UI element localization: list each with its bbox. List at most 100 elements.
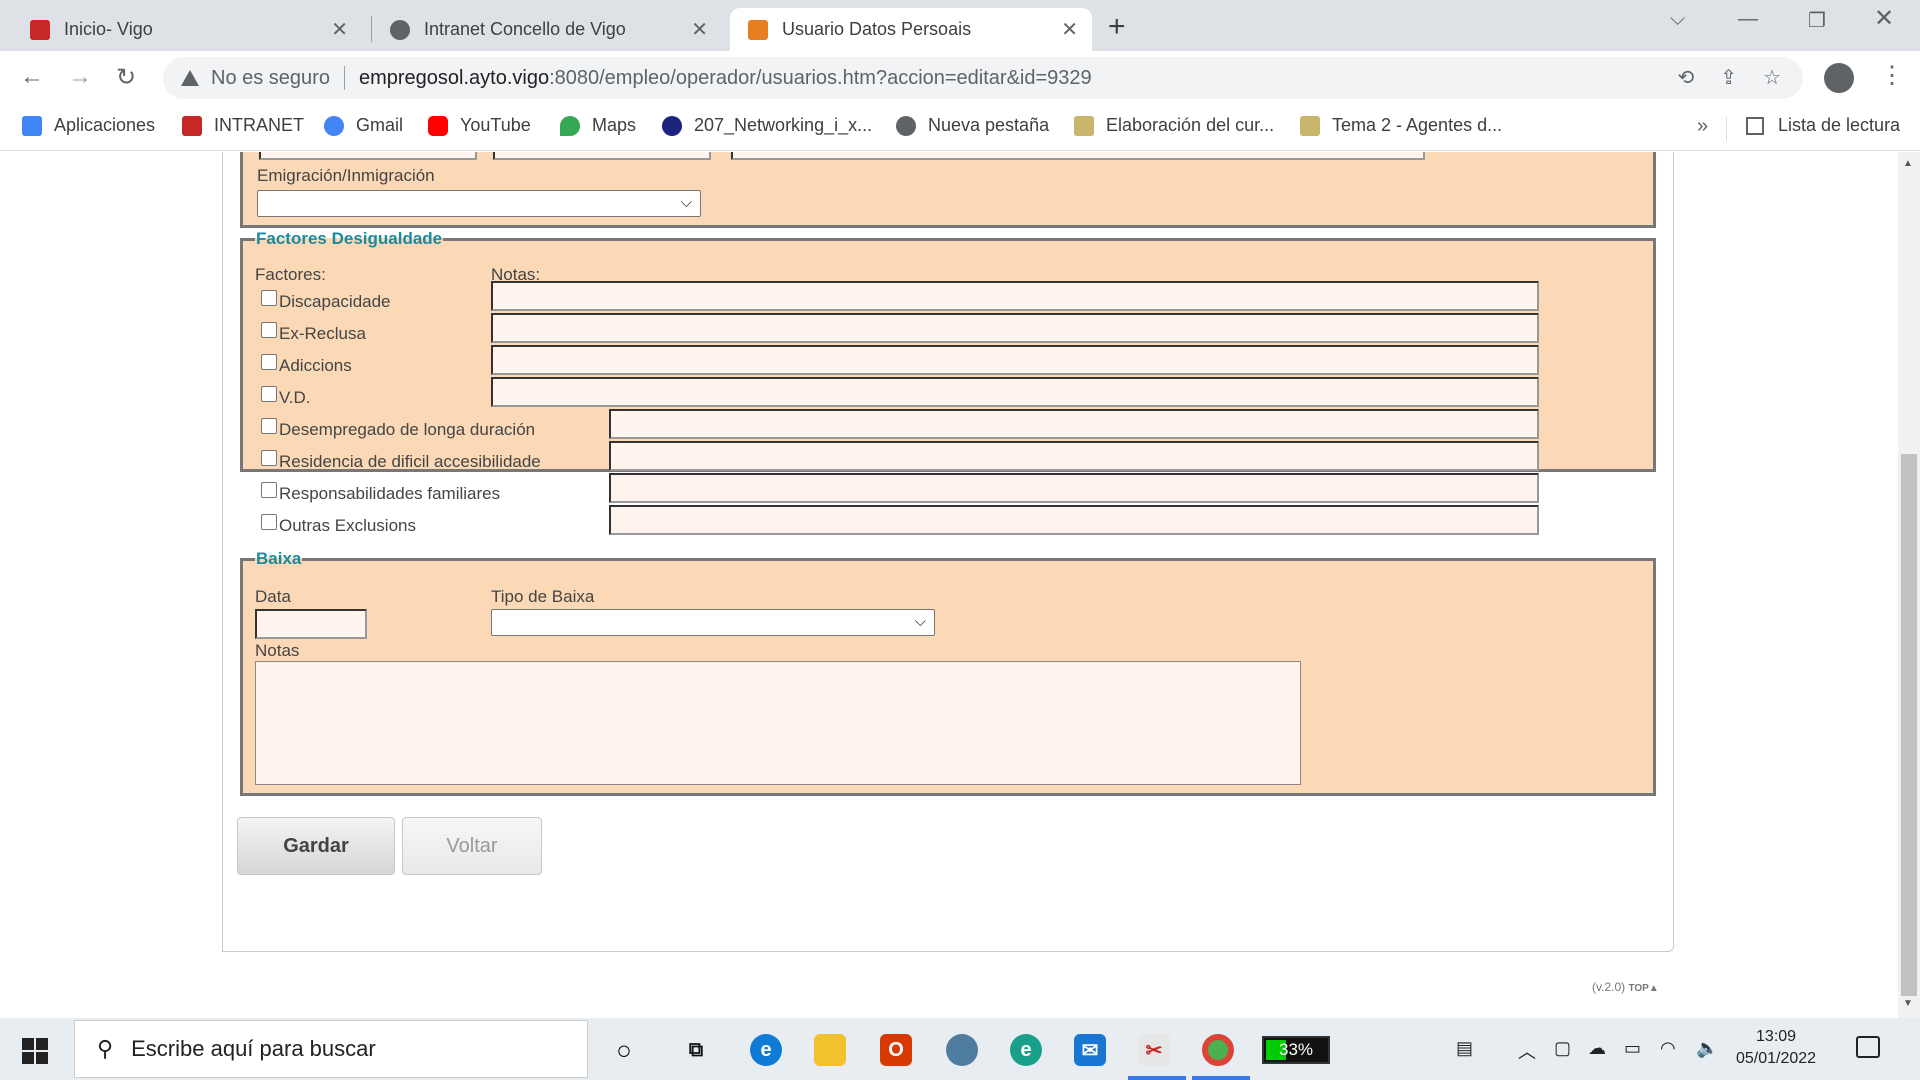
bookmark-maps[interactable]: Maps xyxy=(560,115,636,136)
inequality-factors-legend: Factores Desigualdade xyxy=(256,229,443,248)
reading-list-button[interactable]: Lista de lectura xyxy=(1746,115,1900,136)
bookmark-youtube[interactable]: YouTube xyxy=(428,115,531,136)
baixa-type-select[interactable]: ⌵ xyxy=(491,609,935,636)
profile-avatar-icon[interactable] xyxy=(1824,63,1854,93)
new-tab-icon[interactable]: + xyxy=(1108,10,1126,44)
reload-icon[interactable]: ↻ xyxy=(116,63,136,92)
restore-icon[interactable]: ❐ xyxy=(1808,8,1826,33)
address-bar[interactable]: No es seguro empregosol.ayto.vigo:8080/e… xyxy=(163,57,1803,99)
volume-icon[interactable]: 🔈 xyxy=(1696,1038,1718,1059)
taskbar-search[interactable]: ⚲ Escribe aquí para buscar xyxy=(74,1020,588,1078)
baixa-notes-textarea[interactable] xyxy=(255,661,1301,785)
scroll-up-icon[interactable]: ▲ xyxy=(1903,158,1913,169)
checkbox-vd[interactable] xyxy=(261,386,277,402)
security-label[interactable]: No es seguro xyxy=(211,67,330,90)
factor-label: Adiccions xyxy=(279,356,352,375)
vpn-globe-icon[interactable] xyxy=(946,1034,978,1066)
tab-search-chevron-icon[interactable]: ⌵ xyxy=(1670,8,1685,31)
news-widget-icon[interactable]: ▤ xyxy=(1456,1038,1473,1059)
note-input-discapacidade[interactable] xyxy=(491,281,1539,311)
note-input-adiccions[interactable] xyxy=(491,345,1539,375)
bookmark-networking[interactable]: 207_Networking_i_x... xyxy=(662,115,872,136)
chrome-icon[interactable] xyxy=(1202,1034,1234,1066)
date-input[interactable] xyxy=(255,609,367,639)
back-arrow-icon[interactable]: ← xyxy=(20,63,44,91)
close-icon[interactable]: ✕ xyxy=(691,17,708,42)
page-viewport: Emigración/Inmigración ⌵ Factores Desigu… xyxy=(0,152,1898,1018)
back-button[interactable]: Voltar xyxy=(402,817,542,875)
email-field[interactable] xyxy=(731,152,1425,160)
note-input-vd[interactable] xyxy=(491,377,1539,407)
mail-icon[interactable]: ✉ xyxy=(1074,1034,1106,1066)
checkbox-outras[interactable] xyxy=(261,514,277,530)
clock-date: 05/01/2022 xyxy=(1736,1050,1817,1067)
scroll-down-icon[interactable]: ▼ xyxy=(1903,998,1913,1009)
checkbox-residencia[interactable] xyxy=(261,450,277,466)
note-input-outras[interactable] xyxy=(609,505,1539,535)
vigo-crest-icon xyxy=(182,115,202,136)
edge-icon[interactable]: e xyxy=(750,1034,782,1066)
battery-icon[interactable]: ▭ xyxy=(1624,1038,1641,1059)
windows-start-icon[interactable] xyxy=(22,1038,48,1064)
tab-intranet[interactable]: Intranet Concello de Vigo ✕ xyxy=(372,8,722,51)
page-scrollbar[interactable]: ▲ ▼ xyxy=(1898,152,1920,1018)
bookmark-label: Tema 2 - Agentes d... xyxy=(1332,115,1503,135)
star-icon[interactable]: ☆ xyxy=(1763,65,1781,90)
emigration-label: Emigración/Inmigración xyxy=(257,166,435,185)
battery-widget[interactable]: 33% xyxy=(1262,1036,1330,1064)
phone-field[interactable] xyxy=(259,152,477,160)
checkbox-desempregado[interactable] xyxy=(261,418,277,434)
file-explorer-icon[interactable] xyxy=(814,1034,846,1066)
bookmark-nueva-pestana[interactable]: Nueva pestaña xyxy=(896,115,1049,136)
clock[interactable]: 13:09 05/01/2022 xyxy=(1736,1026,1816,1070)
note-input-desempregado[interactable] xyxy=(609,409,1539,439)
chevron-up-icon[interactable]: ︿ xyxy=(1518,1038,1536,1064)
bookmark-gmail[interactable]: Gmail xyxy=(324,115,403,136)
bookmark-elaboracion[interactable]: Elaboración del cur... xyxy=(1074,115,1274,136)
bookmark-divider xyxy=(1726,117,1727,141)
note-input-ex-reclusa[interactable] xyxy=(491,313,1539,343)
tab-title: Inicio- Vigo xyxy=(64,19,153,39)
tab-title: Usuario Datos Persoais xyxy=(782,19,972,39)
translate-icon[interactable]: ⟲ xyxy=(1678,65,1695,90)
bookmark-tema2[interactable]: Tema 2 - Agentes d... xyxy=(1300,115,1502,136)
cortana-icon[interactable]: ○ xyxy=(608,1034,640,1066)
e-app-icon[interactable]: e xyxy=(1010,1034,1042,1066)
wifi-icon[interactable]: ◠ xyxy=(1660,1038,1676,1059)
notifications-icon[interactable] xyxy=(1856,1036,1880,1058)
factor-label: Residencia de dificil accesibilidade xyxy=(279,452,541,471)
checkbox-ex-reclusa[interactable] xyxy=(261,322,277,338)
baixa-legend: Baixa xyxy=(256,549,302,568)
secondary-phone-field[interactable] xyxy=(493,152,711,160)
checkbox-responsabilidades[interactable] xyxy=(261,482,277,498)
note-input-residencia[interactable] xyxy=(609,441,1539,471)
share-icon[interactable]: ⇪ xyxy=(1720,65,1737,90)
minimize-icon[interactable]: — xyxy=(1738,8,1758,31)
checkbox-discapacidade[interactable] xyxy=(261,290,277,306)
tab-usuario-datos[interactable]: Usuario Datos Persoais ✕ xyxy=(730,8,1092,51)
reading-list-icon xyxy=(1746,116,1764,135)
more-bookmarks-icon[interactable]: » xyxy=(1697,115,1708,138)
close-icon[interactable]: ✕ xyxy=(1061,17,1078,42)
factor-label: Outras Exclusions xyxy=(279,516,416,535)
omnibox-actions: ⟲ ⇪ ☆ xyxy=(1678,65,1781,90)
bookmark-aplicaciones[interactable]: Aplicaciones xyxy=(22,115,155,136)
bookmark-intranet[interactable]: INTRANET xyxy=(182,115,304,136)
cloud-icon[interactable]: ☁ xyxy=(1588,1038,1606,1059)
save-button[interactable]: Gardar xyxy=(237,817,395,875)
tab-inicio-vigo[interactable]: Inicio- Vigo ✕ xyxy=(12,8,362,51)
task-view-icon[interactable]: ⧉ xyxy=(680,1034,712,1066)
note-input-responsabilidades[interactable] xyxy=(609,473,1539,503)
menu-dots-icon[interactable]: ⋮ xyxy=(1880,61,1904,90)
checkbox-adiccions[interactable] xyxy=(261,354,277,370)
close-window-icon[interactable]: ✕ xyxy=(1874,4,1894,33)
close-icon[interactable]: ✕ xyxy=(331,17,348,42)
meet-icon[interactable]: ▢ xyxy=(1554,1038,1571,1059)
scrollbar-thumb[interactable] xyxy=(1901,454,1917,996)
emigration-select[interactable]: ⌵ xyxy=(257,190,701,217)
bookmark-label: YouTube xyxy=(460,115,531,135)
office-icon[interactable]: O xyxy=(880,1034,912,1066)
top-link[interactable]: TOP xyxy=(1628,983,1648,994)
forward-arrow-icon[interactable]: → xyxy=(68,63,92,91)
snipping-tool-icon[interactable]: ✂ xyxy=(1138,1034,1170,1066)
